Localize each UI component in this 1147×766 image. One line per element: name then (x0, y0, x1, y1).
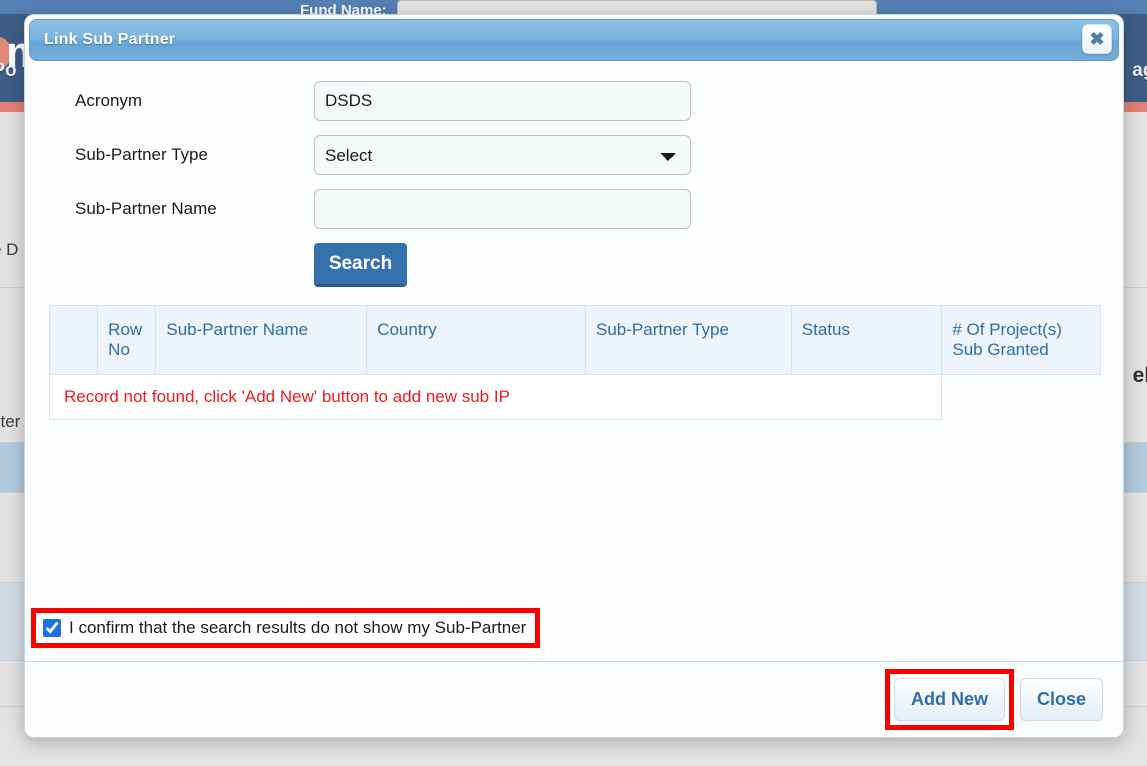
table-header-status: Status (790, 305, 943, 375)
acronym-row: Acronym (49, 81, 1099, 121)
subpartner-name-row: Sub-Partner Name (49, 189, 1099, 229)
modal-body: Acronym Sub-Partner Type Select Sub-Part… (25, 61, 1123, 661)
search-button[interactable]: Search (314, 243, 407, 287)
modal-footer: Add New Close (25, 661, 1123, 737)
subpartner-type-select[interactable]: Select (314, 135, 691, 175)
add-new-highlight: Add New (884, 669, 1014, 730)
confirm-label: I confirm that the search results do not… (69, 618, 527, 637)
table-header-type: Sub-Partner Type (585, 305, 792, 375)
close-icon[interactable]: ✖ (1082, 24, 1112, 54)
table-header-projects: # Of Project(s) Sub Granted (941, 305, 1101, 375)
background-text-left-2: ster (0, 412, 21, 431)
search-row: Search (49, 243, 1099, 287)
table-row-empty: Record not found, click 'Add New' button… (48, 374, 1101, 420)
table-header-row-no: Row No (97, 305, 157, 375)
close-button[interactable]: Close (1019, 678, 1103, 721)
table-head: Row No Sub-Partner Name Country Sub-Part… (48, 305, 1101, 375)
sub-partner-results-table: Row No Sub-Partner Name Country Sub-Part… (48, 305, 1101, 420)
table-header-name: Sub-Partner Name (155, 305, 368, 375)
subpartner-type-label: Sub-Partner Type (75, 145, 208, 164)
modal-title: Link Sub Partner (44, 31, 176, 48)
background-text-left-1: e D (0, 240, 19, 259)
link-sub-partner-modal: Link Sub Partner ✖ Acronym Sub-Partner T… (24, 14, 1124, 738)
subpartner-name-label: Sub-Partner Name (75, 199, 217, 218)
nav-item-left[interactable]: -Po (0, 60, 17, 82)
empty-cell (942, 375, 1101, 420)
background-text-right: elo (1132, 364, 1147, 387)
acronym-input[interactable] (314, 81, 691, 121)
table-header-select (48, 305, 99, 375)
acronym-label: Acronym (75, 91, 143, 110)
table-body: Record not found, click 'Add New' button… (48, 374, 1101, 420)
subpartner-name-input[interactable] (314, 189, 691, 229)
table-header-row: Row No Sub-Partner Name Country Sub-Part… (48, 305, 1101, 375)
add-new-button[interactable]: Add New (893, 678, 1005, 721)
confirm-search-results-highlight: I confirm that the search results do not… (31, 608, 541, 648)
subpartner-type-row: Sub-Partner Type Select (49, 135, 1099, 175)
table-header-country: Country (366, 305, 587, 375)
no-record-message: Record not found, click 'Add New' button… (48, 374, 943, 420)
nav-item-right[interactable]: age (1132, 60, 1147, 82)
confirm-checkbox[interactable] (43, 619, 61, 637)
modal-titlebar: Link Sub Partner ✖ (29, 19, 1119, 61)
